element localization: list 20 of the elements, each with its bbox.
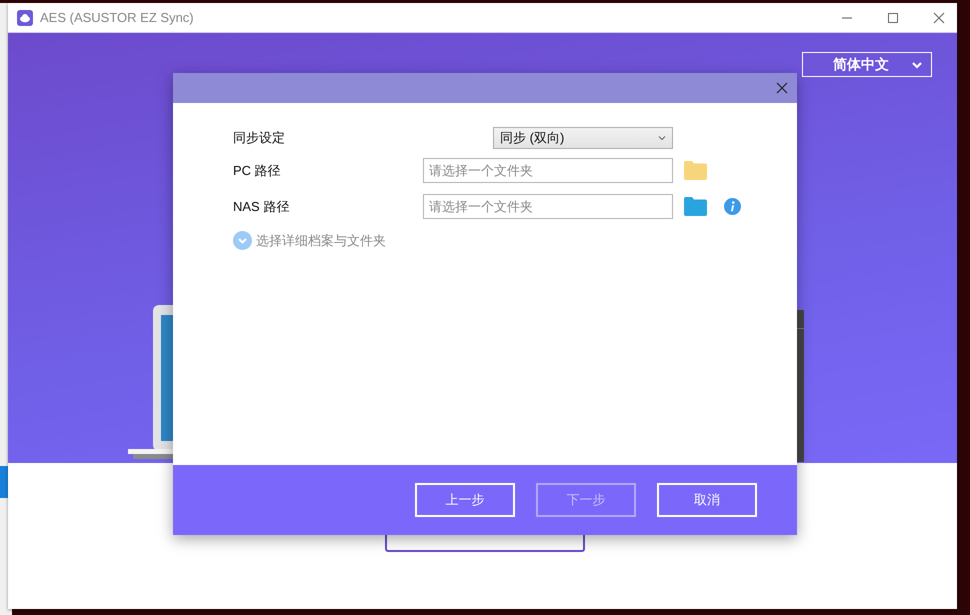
close-icon[interactable] <box>933 12 945 24</box>
window-title: AES (ASUSTOR EZ Sync) <box>40 10 194 25</box>
maximize-icon[interactable] <box>887 12 899 24</box>
field-label: 同步设定 <box>233 129 286 147</box>
sync-mode-select[interactable]: 同步 (双向) <box>493 127 673 149</box>
caret-icon <box>658 135 666 141</box>
path-field[interactable]: 请选择一个文件夹 <box>423 158 673 183</box>
field-label: NAS 路径 <box>233 198 290 216</box>
chevron-down-icon <box>233 231 252 250</box>
path-field[interactable]: 请选择一个文件夹 <box>423 194 673 219</box>
wizard-button[interactable]: 取消 <box>657 483 757 517</box>
chevron-down-icon <box>911 60 923 70</box>
field-label: PC 路径 <box>233 162 282 180</box>
close-icon[interactable] <box>776 82 788 94</box>
language-dropdown[interactable]: 简体中文 <box>802 52 932 77</box>
wizard-button[interactable]: 上一步 <box>415 483 515 517</box>
details-toggle[interactable]: 选择详细档案与文件夹 <box>233 231 386 250</box>
cloud-icon <box>17 10 33 26</box>
folder-icon[interactable] <box>684 197 707 216</box>
info-icon[interactable] <box>724 198 741 215</box>
